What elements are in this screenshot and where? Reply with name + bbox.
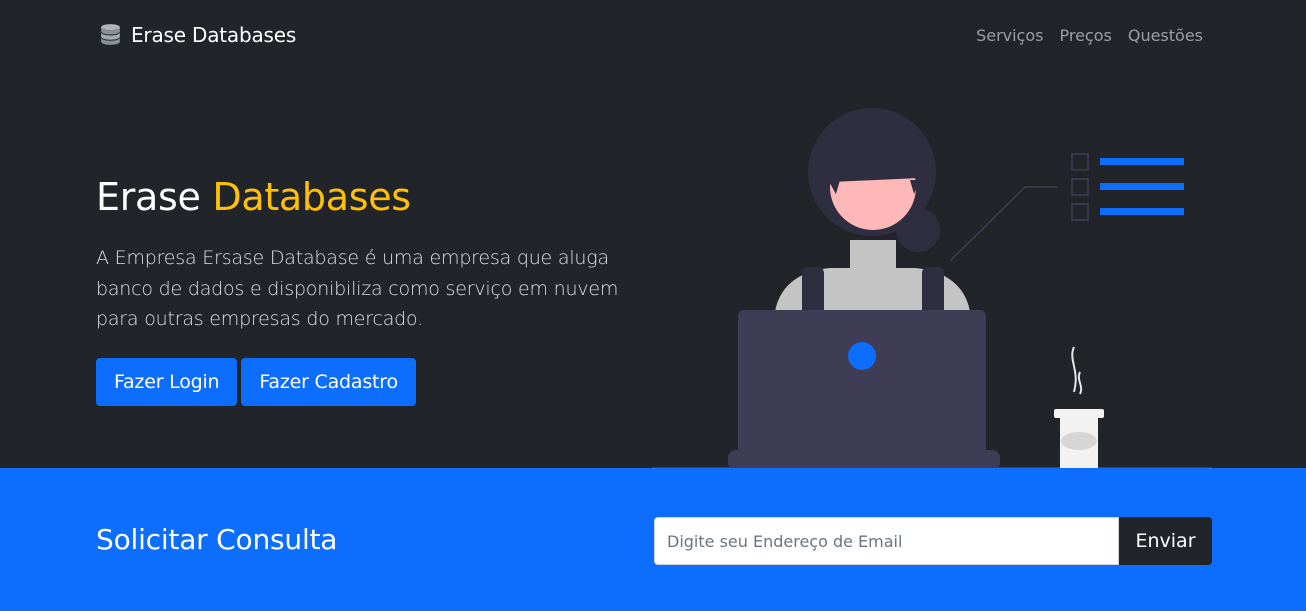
pointer-line xyxy=(949,186,1058,262)
hero-buttons: Fazer Login Fazer Cadastro xyxy=(96,358,416,406)
nav-links: Serviços Preços Questões xyxy=(976,26,1203,45)
database-icon xyxy=(101,24,120,45)
laptop-base xyxy=(728,450,1000,469)
hero-illustration xyxy=(652,108,1212,469)
hero-title-main: Erase xyxy=(96,175,201,219)
checklist-bar-3 xyxy=(1100,208,1184,215)
brand[interactable]: Erase Databases xyxy=(98,22,296,47)
cup-lid xyxy=(1054,409,1104,418)
hero-description: A Empresa Ersase Database é uma empresa … xyxy=(96,247,619,330)
send-button[interactable]: Enviar xyxy=(1119,517,1212,565)
brand-name: Erase Databases xyxy=(131,22,297,47)
login-button[interactable]: Fazer Login xyxy=(96,358,238,406)
nav-link-servicos[interactable]: Serviços xyxy=(976,26,1043,45)
nav-link-questoes[interactable]: Questões xyxy=(1128,26,1203,45)
checkbox-1 xyxy=(1071,153,1089,171)
hero-title: Erase Databases xyxy=(96,175,411,219)
navbar: Erase Databases Serviços Preços Questões xyxy=(0,0,1306,72)
consultation-section: Solicitar Consulta Enviar xyxy=(0,468,1306,611)
hero-section: Erase Databases A Empresa Ersase Databas… xyxy=(0,72,1306,469)
steam xyxy=(1071,346,1083,395)
checklist-bar-1 xyxy=(1100,158,1184,165)
hero-title-accent: Databases xyxy=(212,175,411,219)
laptop-screen xyxy=(738,310,986,462)
neck xyxy=(850,240,896,274)
checkbox-2 xyxy=(1071,178,1089,196)
consultation-title: Solicitar Consulta xyxy=(96,523,338,556)
email-input[interactable] xyxy=(654,517,1119,565)
signup-button[interactable]: Fazer Cadastro xyxy=(241,358,416,406)
checklist-bar-2 xyxy=(1100,183,1184,190)
nav-link-precos[interactable]: Preços xyxy=(1059,26,1111,45)
checkbox-3 xyxy=(1071,203,1089,221)
laptop-logo xyxy=(848,342,876,370)
email-form: Enviar xyxy=(654,517,1212,565)
cup-sleeve xyxy=(1061,432,1097,450)
